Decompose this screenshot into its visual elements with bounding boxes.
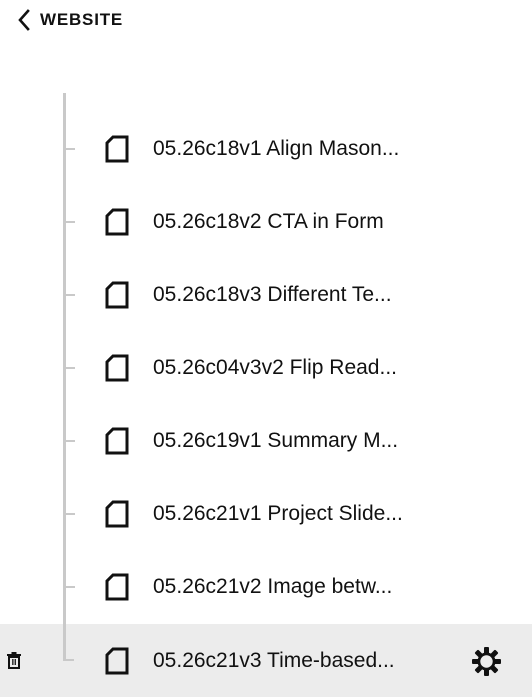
page-title: 05.26c21v2 Image betw... — [153, 575, 393, 598]
page-title: 05.26c18v1 Align Mason... — [153, 137, 400, 160]
tree-tick — [66, 586, 75, 588]
page-item[interactable]: 05.26c18v1 Align Mason... — [0, 112, 532, 185]
page-item[interactable]: 05.26c21v1 Project Slide... — [0, 477, 532, 550]
page-item[interactable]: 05.26c21v2 Image betw... — [0, 550, 532, 623]
page-icon — [104, 647, 130, 675]
tree-tick — [66, 148, 75, 150]
page-item[interactable]: 05.26c04v3v2 Flip Read... — [0, 331, 532, 404]
page-icon — [104, 500, 130, 528]
page-item[interactable]: 05.26c19v1 Summary M... — [0, 404, 532, 477]
page-item[interactable]: 05.26c18v2 CTA in Form — [0, 185, 532, 258]
tree-tick — [63, 659, 74, 661]
page-title: 05.26c18v2 CTA in Form — [153, 210, 384, 233]
page-item-selected[interactable]: 05.26c21v3 Time-based... — [0, 624, 532, 697]
page-title: 05.26c18v3 Different Te... — [153, 283, 392, 306]
tree-tick — [66, 367, 75, 369]
tree-tick — [66, 294, 75, 296]
back-label: WEBSITE — [40, 10, 124, 29]
tree-tick — [66, 440, 75, 442]
page-title: 05.26c19v1 Summary M... — [153, 429, 399, 452]
page-icon — [104, 573, 130, 601]
chevron-left-icon — [17, 9, 31, 31]
page-title: 05.26c21v1 Project Slide... — [153, 502, 403, 525]
tree-tick — [66, 221, 75, 223]
page-icon — [104, 281, 130, 309]
tree-tick — [66, 513, 75, 515]
page-icon — [104, 354, 130, 382]
pages-panel: WEBSITE 05.26c18v1 Align Mason... 05.26c… — [0, 0, 532, 700]
tree-elbow — [63, 624, 66, 661]
page-icon — [104, 427, 130, 455]
page-title: 05.26c21v3 Time-based... — [153, 649, 395, 672]
page-item[interactable]: 05.26c18v3 Different Te... — [0, 258, 532, 331]
page-icon — [104, 208, 130, 236]
trash-icon[interactable] — [7, 652, 21, 669]
gear-icon[interactable] — [471, 646, 502, 677]
page-title: 05.26c04v3v2 Flip Read... — [153, 356, 397, 379]
page-icon — [104, 135, 130, 163]
back-to-website-button[interactable]: WEBSITE — [17, 7, 123, 33]
